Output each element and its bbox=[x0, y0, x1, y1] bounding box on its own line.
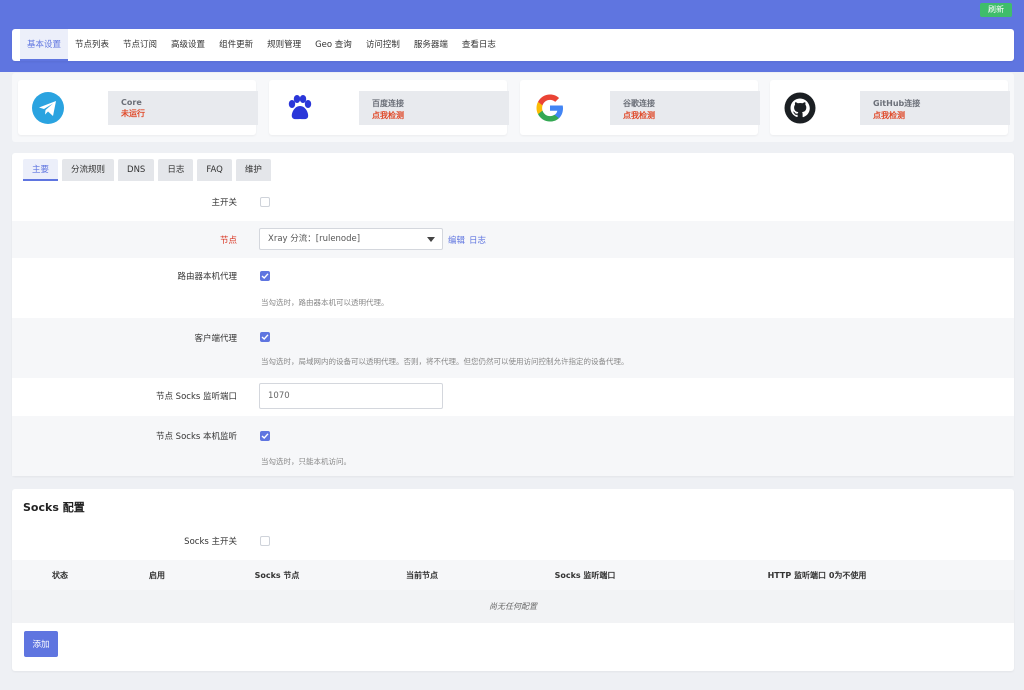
router-proxy-checkbox[interactable] bbox=[260, 271, 270, 281]
row-socks-local: 节点 Socks 本机监听 当勾选时，只能本机访问。 bbox=[12, 416, 1014, 476]
subtab-dns[interactable]: DNS bbox=[118, 159, 155, 181]
telegram-icon bbox=[32, 92, 64, 124]
status-state: 点我检测 bbox=[873, 111, 905, 120]
nav-tab-node-list[interactable]: 节点列表 bbox=[68, 29, 116, 61]
router-proxy-hint: 当勾选时，路由器本机可以透明代理。 bbox=[261, 298, 389, 307]
node-edit-link[interactable]: 编辑 bbox=[448, 234, 465, 246]
nav-tab-access-control[interactable]: 访问控制 bbox=[359, 29, 407, 61]
master-switch-checkbox[interactable] bbox=[260, 197, 270, 207]
main-nav: 基本设置 节点列表 节点订阅 高级设置 组件更新 规则管理 Geo 查询 访问控… bbox=[12, 29, 1014, 61]
socks-table-header: 状态 启用 Socks 节点 当前节点 Socks 监听端口 HTTP 监听端口… bbox=[12, 560, 1014, 590]
status-card-google: 谷歌连接 点我检测 bbox=[520, 80, 760, 135]
baidu-paw-icon bbox=[288, 95, 312, 120]
check-icon bbox=[261, 433, 269, 439]
row-master-switch: 主开关 bbox=[12, 183, 1014, 221]
main-settings-panel: 主要 分流规则 DNS 日志 FAQ 维护 主开关 节点 Xray 分流：[ru… bbox=[12, 153, 1014, 476]
client-proxy-label: 客户端代理 bbox=[194, 334, 237, 344]
status-info-baidu[interactable]: 百度连接 点我检测 bbox=[359, 91, 509, 125]
status-info-core[interactable]: Core 未运行 bbox=[108, 91, 258, 125]
socks-master-switch-checkbox[interactable] bbox=[260, 536, 270, 546]
row-client-proxy: 客户端代理 当勾选时，局域网内的设备可以透明代理。否则，将不代理。但您仍然可以使… bbox=[12, 318, 1014, 378]
socks-table-empty: 尚无任何配置 bbox=[12, 590, 1014, 623]
column-header: Socks 节点 bbox=[254, 571, 300, 580]
nav-tab-node-subscribe[interactable]: 节点订阅 bbox=[116, 29, 164, 61]
socks-master-switch-label: Socks 主开关 bbox=[184, 537, 237, 547]
subtab-maintain[interactable]: 维护 bbox=[235, 159, 271, 181]
status-title: Core bbox=[121, 98, 142, 107]
chevron-down-icon bbox=[427, 237, 435, 242]
socks-local-hint: 当勾选时，只能本机访问。 bbox=[261, 457, 351, 466]
status-card-baidu: 百度连接 点我检测 bbox=[269, 80, 509, 135]
status-state: 点我检测 bbox=[623, 111, 655, 120]
row-node: 节点 Xray 分流：[rulenode] 编辑 日志 bbox=[12, 221, 1014, 258]
subtab-faq[interactable]: FAQ bbox=[197, 159, 232, 181]
socks-local-label: 节点 Socks 本机监听 bbox=[155, 432, 237, 442]
nav-tab-server[interactable]: 服务器端 bbox=[407, 29, 455, 61]
node-select-value: Xray 分流：[rulenode] bbox=[268, 234, 361, 244]
row-router-proxy: 路由器本机代理 当勾选时，路由器本机可以透明代理。 bbox=[12, 258, 1014, 318]
router-proxy-label: 路由器本机代理 bbox=[177, 272, 237, 282]
status-title: 谷歌连接 bbox=[623, 99, 655, 108]
settings-subtabs: 主要 分流规则 DNS 日志 FAQ 维护 bbox=[23, 159, 271, 181]
column-header: HTTP 监听端口 0为不使用 bbox=[767, 571, 867, 580]
status-title: GitHub连接 bbox=[873, 99, 921, 108]
socks-local-checkbox[interactable] bbox=[260, 431, 270, 441]
nav-tab-view-log[interactable]: 查看日志 bbox=[455, 29, 503, 61]
nav-tab-advanced-settings[interactable]: 高级设置 bbox=[164, 29, 212, 61]
status-title: 百度连接 bbox=[372, 99, 404, 108]
status-info-github[interactable]: GitHub连接 点我检测 bbox=[860, 91, 1010, 125]
column-header: 状态 bbox=[52, 571, 68, 580]
master-switch-label: 主开关 bbox=[211, 198, 237, 208]
check-icon bbox=[261, 273, 269, 279]
subtab-shunt-rules[interactable]: 分流规则 bbox=[62, 159, 115, 181]
status-state: 点我检测 bbox=[372, 111, 404, 120]
google-icon bbox=[536, 94, 563, 122]
node-label: 节点 bbox=[219, 236, 237, 246]
nav-tab-component-update[interactable]: 组件更新 bbox=[212, 29, 260, 61]
subtab-log[interactable]: 日志 bbox=[158, 159, 194, 181]
node-select[interactable]: Xray 分流：[rulenode] bbox=[259, 228, 443, 250]
column-header: 当前节点 bbox=[406, 571, 438, 580]
socks-port-label: 节点 Socks 监听端口 bbox=[155, 392, 237, 402]
subtab-main[interactable]: 主要 bbox=[23, 159, 59, 181]
column-header: Socks 监听端口 bbox=[554, 571, 616, 580]
nav-tab-rule-manage[interactable]: 规则管理 bbox=[260, 29, 308, 61]
status-card-core: Core 未运行 bbox=[18, 80, 258, 135]
socks-config-panel: Socks 配置 Socks 主开关 状态 启用 Socks 节点 当前节点 S… bbox=[12, 489, 1014, 671]
add-button[interactable]: 添加 bbox=[24, 631, 58, 657]
nav-tab-basic-settings[interactable]: 基本设置 bbox=[20, 29, 69, 61]
client-proxy-hint: 当勾选时，局域网内的设备可以透明代理。否则，将不代理。但您仍然可以使用访问控制允… bbox=[261, 357, 629, 366]
column-header: 启用 bbox=[149, 571, 165, 580]
status-panel: Core 未运行 百度连接 点我检测 谷歌连接 点我检测 GitHub连接 点我… bbox=[12, 73, 1014, 142]
row-socks-port: 节点 Socks 监听端口 1070 bbox=[12, 378, 1014, 416]
node-log-link[interactable]: 日志 bbox=[469, 234, 486, 246]
status-state: 未运行 bbox=[121, 109, 145, 118]
refresh-button[interactable]: 刷新 bbox=[980, 3, 1012, 17]
status-info-google[interactable]: 谷歌连接 点我检测 bbox=[610, 91, 760, 125]
socks-port-input[interactable]: 1070 bbox=[259, 383, 443, 409]
client-proxy-checkbox[interactable] bbox=[260, 332, 270, 342]
socks-section-title: Socks 配置 bbox=[23, 501, 85, 514]
github-icon bbox=[784, 92, 816, 124]
status-card-github: GitHub连接 点我检测 bbox=[770, 80, 1010, 135]
check-icon bbox=[261, 334, 269, 340]
nav-tab-geo-query[interactable]: Geo 查询 bbox=[308, 29, 359, 61]
